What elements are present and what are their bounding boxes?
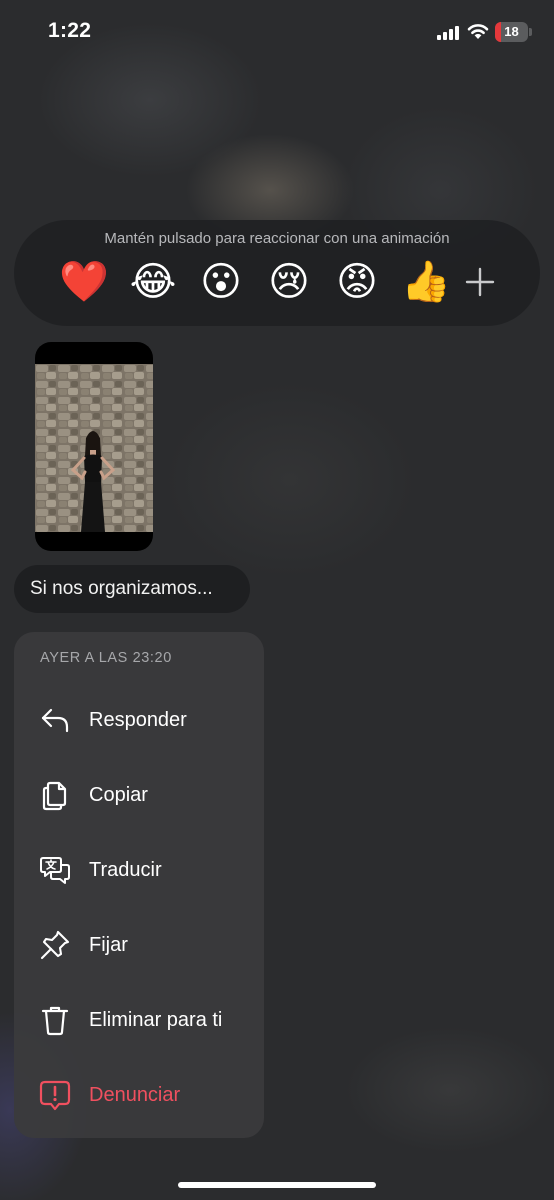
trash-icon — [41, 1006, 69, 1036]
report-icon — [39, 1080, 71, 1111]
menu-item-pin[interactable]: Fijar — [14, 915, 264, 975]
reply-icon — [41, 708, 69, 733]
menu-item-label: Fijar — [89, 934, 128, 956]
cellular-signal-icon — [437, 26, 460, 40]
reaction-face-with-tears-of-joy[interactable]: 😂 — [127, 256, 179, 308]
translate-icon — [40, 857, 70, 884]
reaction-angry-face[interactable]: 😡 — [331, 256, 383, 308]
plus-icon[interactable] — [462, 264, 498, 300]
menu-item-label: Traducir — [89, 859, 162, 881]
message-timestamp: AYER A LAS 23:20 — [40, 650, 172, 666]
reaction-astonished-face[interactable]: 😮 — [195, 256, 247, 308]
menu-item-label: Copiar — [89, 784, 148, 806]
status-bar: 1:22 18 — [0, 0, 554, 66]
menu-item-reply[interactable]: Responder — [14, 690, 264, 750]
wifi-icon — [467, 24, 489, 39]
status-time: 1:22 — [48, 19, 92, 42]
menu-item-label: Eliminar para ti — [89, 1009, 223, 1031]
pin-icon — [40, 930, 70, 960]
reaction-crying-face[interactable]: 😢 — [263, 256, 315, 308]
menu-item-report[interactable]: Denunciar — [14, 1065, 264, 1125]
reaction-bar: Mantén pulsado para reaccionar con una a… — [14, 220, 540, 326]
battery-icon: 18 — [495, 22, 532, 42]
home-indicator[interactable] — [178, 1182, 376, 1188]
message-text[interactable]: Si nos organizamos... — [14, 565, 250, 613]
copy-icon — [42, 781, 67, 811]
reaction-thumbs-up[interactable]: 👍 — [400, 256, 452, 308]
menu-item-delete[interactable]: Eliminar para ti — [14, 990, 264, 1050]
reaction-red-heart[interactable]: ❤️ — [58, 256, 110, 308]
menu-item-label: Denunciar — [89, 1084, 181, 1106]
reaction-hint: Mantén pulsado para reaccionar con una a… — [104, 230, 450, 247]
menu-item-label: Responder — [89, 709, 187, 731]
photo-thumbnail[interactable] — [35, 364, 153, 532]
battery-level: 18 — [504, 24, 519, 39]
context-menu: AYER A LAS 23:20 Responder Copiar Traduc… — [14, 632, 264, 1138]
media-message[interactable] — [35, 342, 153, 551]
menu-item-translate[interactable]: Traducir — [14, 840, 264, 900]
menu-item-copy[interactable]: Copiar — [14, 765, 264, 825]
